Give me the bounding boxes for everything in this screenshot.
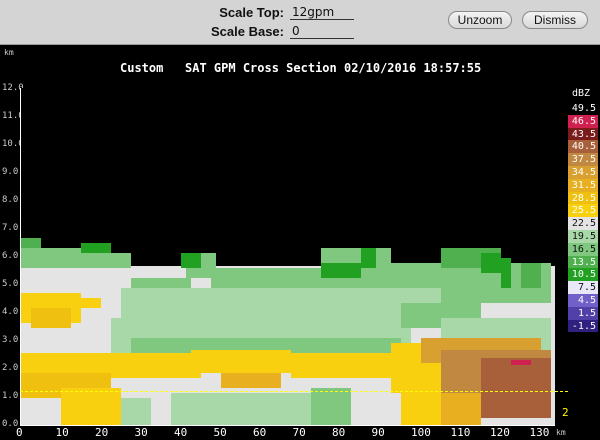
- y-tick-label: 6.0: [2, 251, 19, 261]
- reflectivity-cell: [61, 388, 121, 425]
- scale-top-label: Scale Top:: [219, 5, 284, 20]
- y-tick-label: 1.0: [2, 391, 19, 401]
- legend-entry: 43.5: [568, 127, 598, 141]
- reflectivity-cell: [401, 388, 441, 425]
- legend-entry: 49.5: [568, 102, 598, 115]
- reflectivity-cell: [111, 363, 201, 378]
- reflectivity-cell: [221, 373, 281, 388]
- legend-entry: 46.5: [568, 114, 598, 128]
- reflectivity-cell: [481, 253, 501, 273]
- y-tick-label: 8.0: [2, 195, 19, 205]
- reflectivity-cell: [171, 393, 311, 425]
- reflectivity-cell: [121, 398, 151, 425]
- reflectivity-cell: [21, 398, 61, 425]
- reflectivity-cell: [361, 248, 376, 268]
- reflectivity-cell: [81, 298, 101, 308]
- x-tick-label: 50: [213, 426, 227, 439]
- x-tick-label: 30: [134, 426, 148, 439]
- legend-entry: 28.5: [568, 191, 598, 205]
- x-tick-label: 20: [95, 426, 109, 439]
- reflectivity-cell: [21, 238, 41, 248]
- legend-entry: 37.5: [568, 153, 598, 166]
- y-tick-label: 7.0: [2, 223, 19, 233]
- reflectivity-cell: [501, 258, 511, 288]
- unzoom-button[interactable]: Unzoom: [448, 11, 512, 29]
- position-marker: 2: [562, 406, 569, 419]
- x-tick-label: 130: [529, 426, 550, 439]
- legend-entry: -1.5: [568, 319, 598, 333]
- legend-entry: 16.5: [568, 242, 598, 256]
- legend-entry: 7.5: [568, 281, 598, 294]
- reflectivity-cell: [311, 388, 351, 425]
- y-axis-unit: km: [4, 48, 14, 57]
- x-tick-label: 60: [253, 426, 267, 439]
- x-tick-label: 80: [332, 426, 346, 439]
- legend-unit: dBZ: [572, 88, 591, 99]
- scale-base-label: Scale Base:: [211, 24, 284, 39]
- toolbar: Scale Top: Scale Base: Unzoom Dismiss: [0, 0, 600, 45]
- reflectivity-cell: [321, 263, 361, 278]
- legend-entry: 34.5: [568, 165, 598, 179]
- y-tick-label: 9.0: [2, 167, 19, 177]
- legend-entry: 4.5: [568, 293, 598, 307]
- x-tick-label: 90: [371, 426, 385, 439]
- reflectivity-cell: [91, 253, 131, 268]
- y-tick-label: 5.0: [2, 279, 19, 289]
- reflectivity-cell: [481, 358, 551, 418]
- cross-section-plot[interactable]: [20, 88, 555, 426]
- y-tick-label: 3.0: [2, 335, 19, 345]
- legend-entry: 19.5: [568, 229, 598, 243]
- dismiss-button[interactable]: Dismiss: [522, 11, 588, 29]
- legend-entry: 13.5: [568, 255, 598, 269]
- x-tick-label: 120: [490, 426, 510, 439]
- legend-entry: 31.5: [568, 178, 598, 192]
- legend-entry: 10.5: [568, 268, 598, 282]
- reflectivity-cell: [21, 274, 111, 286]
- reflectivity-cell: [191, 350, 291, 370]
- x-tick-label: 10: [55, 426, 69, 439]
- legend-entry: 40.5: [568, 140, 598, 154]
- scale-base-input[interactable]: [290, 24, 354, 39]
- y-tick-label: 2.0: [2, 363, 19, 373]
- scale-base-row: Scale Base:: [200, 23, 354, 40]
- legend-entry: 25.5: [568, 204, 598, 218]
- reference-line: [20, 391, 568, 392]
- scale-top-input[interactable]: [290, 5, 354, 20]
- reflectivity-cell: [521, 263, 541, 288]
- reflectivity-cell: [31, 308, 71, 328]
- x-tick-label: 100: [411, 426, 431, 439]
- color-legend: 49.5 46.5 43.5 40.5 37.5 34.5 31.5 28.5 25.5 22.5…: [568, 102, 598, 333]
- reflectivity-cell: [181, 253, 201, 268]
- x-axis-unit: km: [556, 428, 566, 437]
- plot-title: Custom SAT GPM Cross Section 02/10/2016 …: [120, 61, 482, 75]
- x-tick-label: 40: [174, 426, 188, 439]
- legend-entry: 22.5: [568, 217, 598, 230]
- y-tick-label: 4.0: [2, 307, 19, 317]
- legend-entry: 1.5: [568, 306, 598, 320]
- x-tick-label: 70: [292, 426, 306, 439]
- reflectivity-cell: [81, 243, 111, 253]
- reflectivity-cell: [511, 360, 531, 365]
- x-tick-label: 110: [450, 426, 471, 439]
- x-tick-label: 0: [16, 426, 23, 439]
- scale-top-row: Scale Top:: [200, 4, 354, 21]
